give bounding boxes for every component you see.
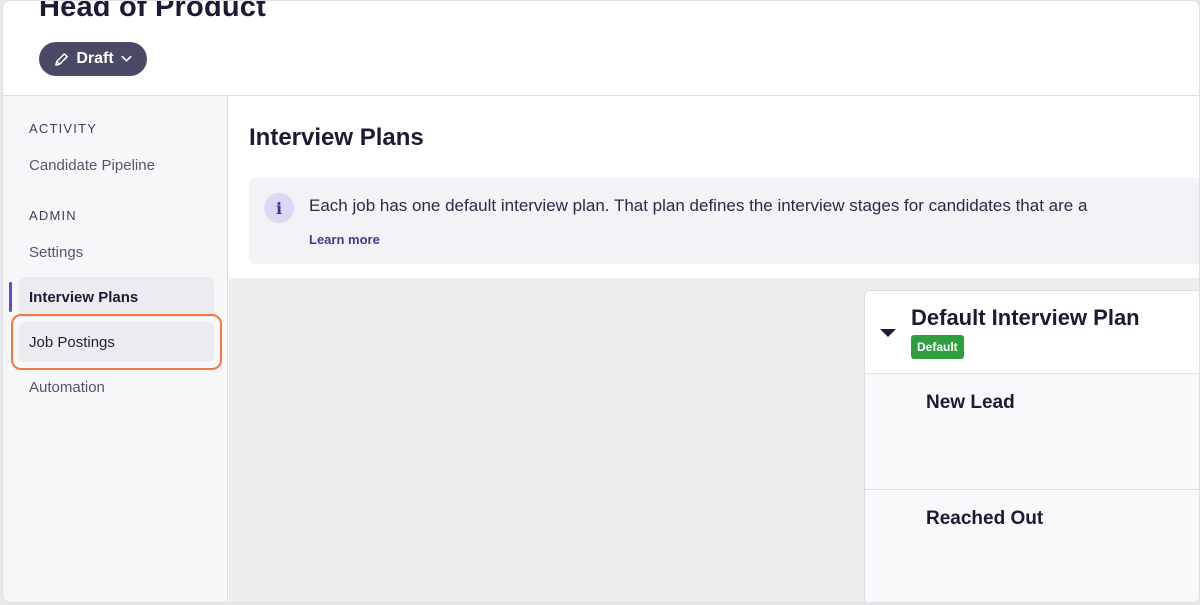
job-header: Head of Product Draft bbox=[3, 1, 1199, 96]
info-icon: i bbox=[264, 193, 294, 223]
default-badge: Default bbox=[911, 335, 964, 359]
info-banner-text: Each job has one default interview plan.… bbox=[309, 196, 1088, 215]
main-header-panel: Interview Plans i Each job has one defau… bbox=[229, 96, 1199, 278]
interview-stage[interactable]: Reached Out bbox=[865, 490, 1199, 602]
interview-stage-name: New Lead bbox=[926, 392, 1015, 413]
sidebar-item-interview-plans[interactable]: Interview Plans bbox=[29, 289, 138, 306]
sidebar-heading-admin: ADMIN bbox=[29, 208, 77, 223]
sidebar-item-automation[interactable]: Automation bbox=[29, 379, 105, 396]
interview-plan-header: Default Interview Plan Default bbox=[865, 291, 1199, 374]
job-status-label: Draft bbox=[76, 50, 114, 67]
app-window: Head of Product Draft ACTIVITY Candidate… bbox=[2, 0, 1200, 603]
job-title: Head of Product bbox=[39, 0, 266, 23]
learn-more-link[interactable]: Learn more bbox=[309, 232, 380, 247]
interview-stage-name: Reached Out bbox=[926, 508, 1044, 529]
highlight-outline bbox=[11, 314, 222, 370]
interview-plan-card: Default Interview Plan Default New Lead … bbox=[864, 290, 1199, 602]
pencil-icon bbox=[54, 52, 69, 67]
page-title: Interview Plans bbox=[249, 124, 424, 151]
sidebar-active-indicator bbox=[9, 282, 12, 312]
caret-down-icon[interactable] bbox=[879, 325, 897, 343]
sidebar-item-candidate-pipeline[interactable]: Candidate Pipeline bbox=[29, 157, 155, 174]
info-banner: i Each job has one default interview pla… bbox=[249, 178, 1199, 264]
sidebar-heading-activity: ACTIVITY bbox=[29, 121, 98, 136]
chevron-down-icon bbox=[121, 55, 132, 63]
interview-stage[interactable]: New Lead bbox=[865, 374, 1199, 490]
interview-plan-title[interactable]: Default Interview Plan bbox=[911, 305, 1140, 331]
sidebar-item-settings[interactable]: Settings bbox=[29, 244, 83, 261]
job-sidebar: ACTIVITY Candidate Pipeline ADMIN Settin… bbox=[3, 96, 228, 602]
job-status-dropdown[interactable]: Draft bbox=[39, 42, 147, 76]
